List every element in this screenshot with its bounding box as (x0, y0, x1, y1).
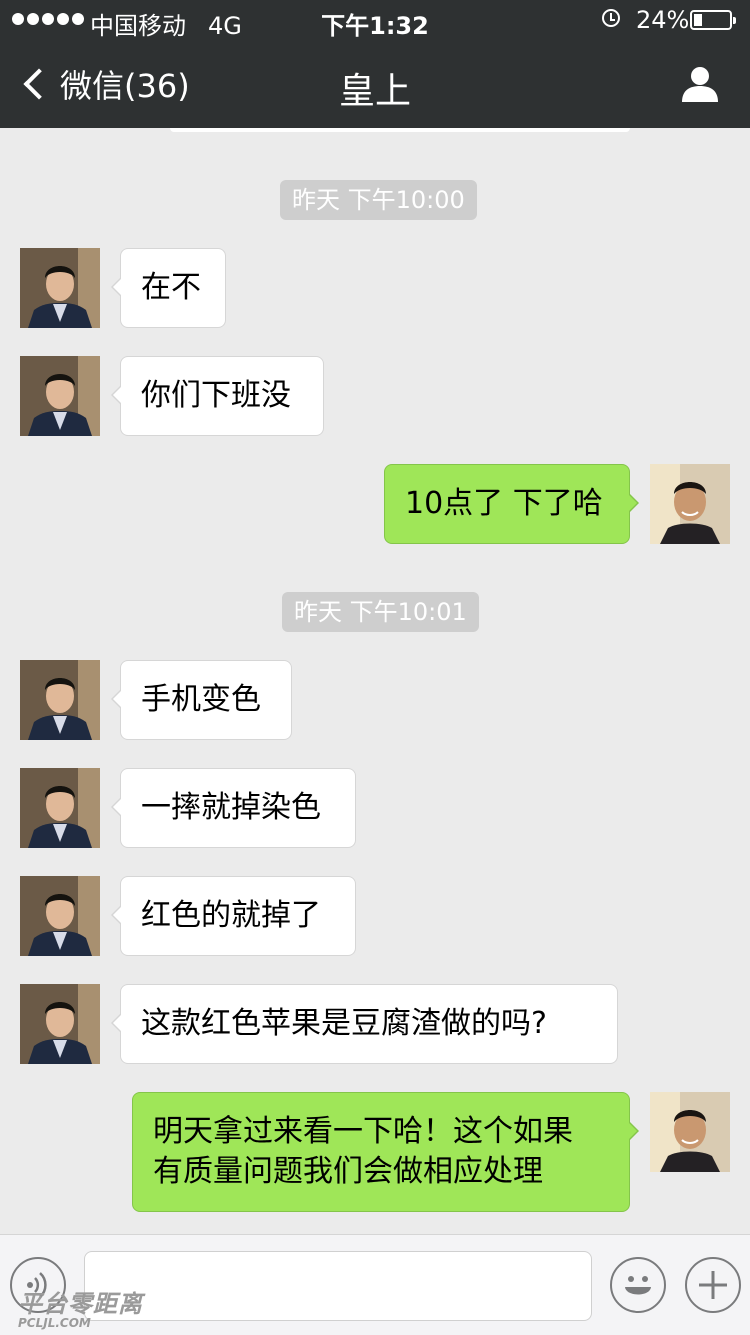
person-icon[interactable] (680, 64, 720, 104)
timestamp: 昨天 下午10:00 (280, 180, 477, 220)
input-bar: 平台零距离 PCLJL.COM (0, 1234, 750, 1335)
message-bubble-incoming[interactable]: 这款红色苹果是豆腐渣做的吗? (111, 984, 618, 1064)
message-bubble-outgoing[interactable]: 10点了 下了哈 (384, 464, 639, 544)
watermark-text: 平台零距离 (18, 1290, 143, 1318)
message-bubble-incoming[interactable]: 手机变色 (111, 660, 292, 740)
emoji-button[interactable] (610, 1257, 666, 1313)
watermark: 平台零距离 PCLJL.COM (18, 1291, 143, 1329)
chat-title: 皇上 (338, 71, 411, 112)
contact-avatar[interactable] (20, 876, 100, 956)
previous-message-edge (170, 128, 630, 132)
contact-avatar[interactable] (20, 984, 100, 1064)
emoji-icon (625, 1276, 651, 1295)
alarm-clock-icon (602, 9, 620, 27)
status-bar: 中国移动 4G 下午1:32 24% (0, 0, 750, 40)
contact-avatar[interactable] (20, 248, 100, 328)
message-bubble-incoming[interactable]: 在不 (111, 248, 226, 328)
battery-percentage: 24% (636, 6, 690, 34)
contact-avatar[interactable] (20, 768, 100, 848)
message-input[interactable] (84, 1251, 592, 1321)
contact-avatar[interactable] (20, 356, 100, 436)
chat-area[interactable]: 昨天 下午10:00 在不 你们下班没 10点了 下了哈 昨天 下午10:01 … (0, 128, 750, 1234)
message-line: 有质量问题我们会做相应处理 (153, 1154, 543, 1189)
contact-avatar[interactable] (20, 660, 100, 740)
message-bubble-incoming[interactable]: 一摔就掉染色 (111, 768, 356, 848)
message-line: 明天拿过来看一下哈！这个如果 (153, 1114, 573, 1149)
message-bubble-incoming[interactable]: 红色的就掉了 (111, 876, 356, 956)
my-avatar[interactable] (650, 1092, 730, 1172)
timestamp: 昨天 下午10:01 (282, 592, 479, 632)
more-button[interactable] (685, 1257, 741, 1313)
message-bubble-incoming[interactable]: 你们下班没 (111, 356, 324, 436)
my-avatar[interactable] (650, 464, 730, 544)
top-bar: 中国移动 4G 下午1:32 24% 微信(36) 皇上 (0, 0, 750, 128)
watermark-url: PCLJL.COM (18, 1316, 91, 1330)
battery-icon (690, 10, 736, 30)
message-bubble-outgoing[interactable]: 明天拿过来看一下哈！这个如果 有质量问题我们会做相应处理 (132, 1092, 639, 1212)
plus-icon (699, 1271, 727, 1299)
